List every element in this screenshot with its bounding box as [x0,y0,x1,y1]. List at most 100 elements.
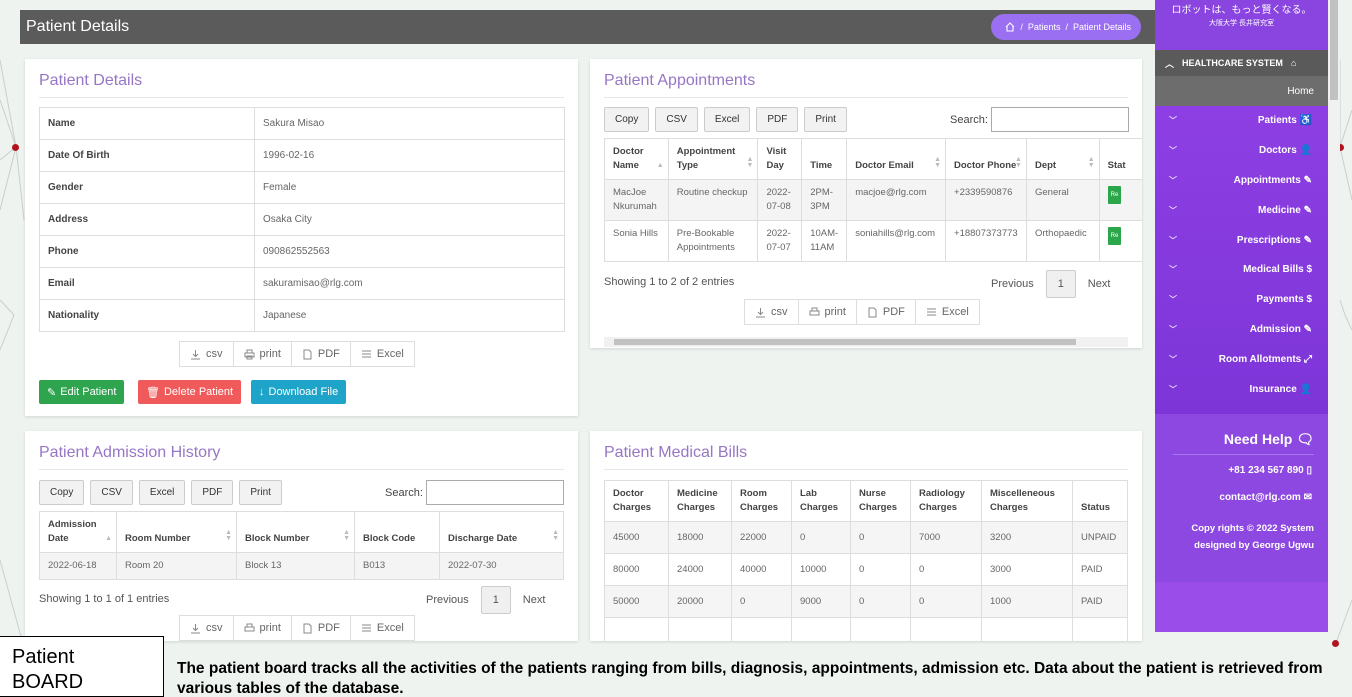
previous-page-button[interactable]: Previous [426,594,469,606]
button-label: Delete Patient [163,386,234,398]
print-button[interactable]: Print [239,480,282,505]
sidebar-item-patients[interactable]: ﹀ Patients ♿ [1155,106,1328,136]
export-label: print [824,306,846,318]
export-excel-button[interactable]: Excel [351,616,414,640]
sidebar-item-medicine[interactable]: ﹀ Medicine ✎ [1155,195,1328,225]
table-cell: 2022-07-08 [757,179,803,221]
table-buttons: Copy CSV Excel PDF Print [39,480,282,505]
column-header[interactable]: Visit Day [757,138,803,180]
sidebar-item-doctors[interactable]: ﹀ Doctors 👤 [1155,136,1328,166]
export-print-button[interactable]: print [799,300,857,324]
pdf-button[interactable]: PDF [756,107,799,132]
export-print-button[interactable]: print [234,616,292,640]
column-header[interactable]: Block Code [354,511,440,553]
column-header[interactable]: Medicine Charges [668,480,732,522]
table-cell: 1000 [981,585,1073,618]
table-cell: 80000 [604,553,669,586]
export-excel-button[interactable]: Excel [351,342,414,366]
export-pdf-button[interactable]: PDF [292,342,351,366]
search-input[interactable] [425,480,564,505]
breadcrumb-separator: / [1020,22,1023,32]
sidebar-item-medical-bills[interactable]: ﹀ Medical Bills $ [1155,255,1328,285]
table-cell: 3000 [981,553,1073,586]
sidebar-item-admission[interactable]: ﹀ Admission ✎ [1155,315,1328,345]
copy-button[interactable]: Copy [604,107,650,132]
export-pdf-button[interactable]: PDF [857,300,916,324]
column-header[interactable]: Stat [1098,138,1142,180]
column-header[interactable]: Nurse Charges [850,480,911,522]
scrollbar-thumb[interactable] [1330,0,1338,100]
column-header[interactable]: Discharge Date ▲ ▼ [439,511,564,553]
sidebar-item-room-allotments[interactable]: ﹀ Room Allotments ⤢ [1155,344,1328,374]
search-input[interactable] [990,107,1129,132]
export-label: csv [206,348,223,360]
column-header[interactable]: Room Charges [731,480,792,522]
column-header[interactable]: Doctor Phone ▲ ▼ [945,138,1027,180]
column-header[interactable]: Appointment Type ▲ ▼ [667,138,759,180]
column-header[interactable]: Miscelleneous Charges [981,480,1073,522]
print-button[interactable]: Print [804,107,847,132]
next-page-button[interactable]: Next [523,594,546,606]
search-area: Search: [385,480,564,505]
edit-patient-button[interactable]: ✎ Edit Patient [39,380,125,404]
table-cell: Block 13 [236,552,355,580]
sidebar-item-home[interactable]: Home [1155,76,1328,106]
export-pdf-button[interactable]: PDF [292,616,351,640]
sidebar-item-payments[interactable]: ﹀ Payments $ [1155,285,1328,315]
export-csv-button[interactable]: csv [745,300,799,324]
delete-patient-button[interactable]: 🗑 Delete Patient [138,380,242,404]
sidebar-section-header[interactable]: ︿ HEALTHCARE SYSTEM ⌂ [1155,50,1328,76]
page-1-button[interactable]: 1 [1045,270,1076,298]
export-print-button[interactable]: print [234,342,292,366]
sidebar-item-appointments[interactable]: ﹀ Appointments ✎ [1155,166,1328,196]
table-cell: 0 [910,585,982,618]
page-1-button[interactable]: 1 [480,586,511,614]
column-header[interactable]: Lab Charges [791,480,851,522]
column-header[interactable]: Admission Date ▲ [39,511,117,553]
help-phone[interactable]: +81 234 567 890 ▯ [1228,465,1312,476]
table-cell: 2022-06-18 [39,552,117,580]
breadcrumb-patients[interactable]: Patients [1028,22,1061,32]
column-header[interactable]: Time [801,138,848,180]
download-file-button[interactable]: ↓ Download File [251,380,347,404]
scrollbar-thumb[interactable] [614,339,1076,345]
csv-button[interactable]: CSV [655,107,698,132]
export-excel-button[interactable]: Excel [916,300,979,324]
sort-icon: ▲ ▼ [1087,156,1095,169]
next-page-button[interactable]: Next [1088,278,1111,290]
email-text: contact@rlg.com [1219,492,1301,503]
export-csv-button[interactable]: csv [180,616,234,640]
column-header[interactable]: Dept ▲ ▼ [1025,138,1100,180]
vertical-scrollbar[interactable] [1328,0,1340,632]
help-email[interactable]: contact@rlg.com ✉ [1219,492,1312,503]
sidebar-item-prescriptions[interactable]: ﹀ Prescriptions ✎ [1155,225,1328,255]
table-cell: MacJoe Nkurumah [604,179,669,221]
home-icon[interactable] [1005,22,1015,32]
list-icon [926,308,936,315]
button-label: Edit Patient [60,386,117,398]
download-icon [756,307,765,317]
column-header[interactable]: Radiology Charges [910,480,982,522]
phone-icon: ▯ [1306,465,1312,476]
copy-button[interactable]: Copy [39,480,85,505]
excel-button[interactable]: Excel [703,107,751,132]
column-header[interactable]: Doctor Name ▲ [604,138,669,180]
column-header[interactable]: Doctor Charges [604,480,669,522]
export-csv-button[interactable]: csv [180,342,234,366]
column-header[interactable]: Status [1072,480,1128,522]
column-header[interactable]: Room Number ▲ ▼ [116,511,237,553]
previous-page-button[interactable]: Previous [991,278,1034,290]
table-cell: soniahills@rlg.com [846,220,947,262]
horizontal-scrollbar[interactable] [604,337,1128,347]
sidebar-item-insurance[interactable]: ﹀ Insurance 👤 [1155,374,1328,404]
pdf-button[interactable]: PDF [191,480,234,505]
print-icon [809,307,819,315]
csv-button[interactable]: CSV [90,480,133,505]
pagination: Previous 1 Next [991,270,1110,298]
breadcrumb-patient-details: Patient Details [1072,22,1131,32]
column-header[interactable]: Doctor Email ▲ ▼ [846,138,947,180]
column-header[interactable]: Block Number ▲ ▼ [236,511,355,553]
excel-button[interactable]: Excel [138,480,186,505]
sidebar-item-label: Medicine [1258,204,1301,216]
appointments-card: Patient Appointments Copy CSV Excel PDF … [590,59,1142,348]
